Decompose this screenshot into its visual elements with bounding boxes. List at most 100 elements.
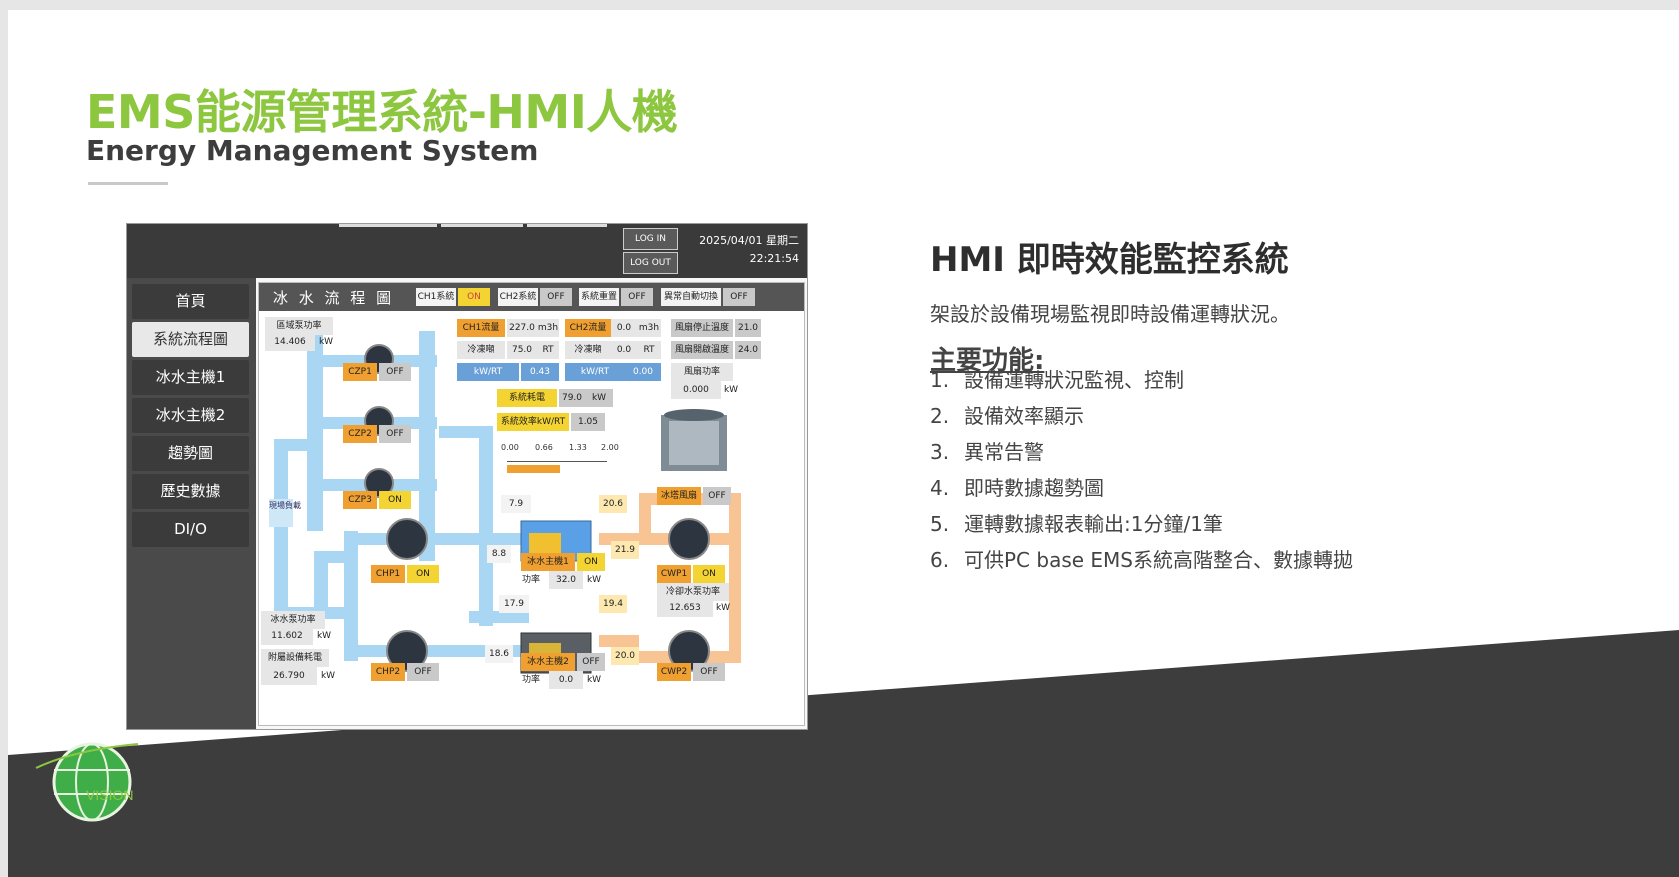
logo-text: VISION [86, 787, 133, 803]
chw-pump-power-unit: kW [316, 631, 332, 641]
cwp2-state[interactable]: OFF [693, 663, 725, 681]
temp-t5: 17.9 [499, 595, 529, 613]
cwp1-state[interactable]: ON [693, 565, 725, 583]
tower-fan-state[interactable]: OFF [703, 487, 731, 505]
ch1-tonnage-value: 75.0 [507, 341, 537, 359]
efficiency-bar [507, 465, 560, 473]
nav-history[interactable]: 歷史數據 [132, 474, 249, 509]
temp-t1: 7.9 [501, 495, 531, 513]
chp2-state[interactable]: OFF [407, 663, 439, 681]
page-title: EMS能源管理系統-HMI人機 [86, 85, 678, 139]
flow-panel-title: 冰 水 流 程 圖 [273, 289, 395, 307]
feature-text: 設備運轉狀況監視、控制 [964, 368, 1184, 392]
aux-power-label: 附屬設備耗電 [261, 649, 329, 667]
chiller1-power-value: 32.0 [549, 571, 583, 589]
ch1-tonnage-label: 冷凍噸 [457, 341, 505, 359]
system-power-value: 79.0 [559, 389, 585, 407]
nav-dio[interactable]: DI/O [132, 512, 249, 547]
login-button[interactable]: LOG IN [623, 228, 678, 250]
nav-trend[interactable]: 趨勢圖 [132, 436, 249, 471]
cwp1-label: CWP1 [657, 565, 691, 583]
ch2-flow-label: CH2流量 [565, 319, 611, 337]
system-reset-label: 系統重置 [579, 288, 619, 306]
fan-start-temp-value[interactable]: 24.0 [735, 341, 761, 359]
fan-start-temp-label: 風扇開啟溫度 [671, 341, 733, 359]
ch2-flow-value: 0.0 [611, 319, 637, 337]
ch1-system-toggle[interactable]: ON [458, 288, 490, 306]
ch1-tonnage-unit: RT [537, 341, 559, 359]
aux-power-value: 26.790 [261, 667, 317, 685]
czp3-label: CZP3 [343, 491, 377, 509]
feature-number: 3. [930, 440, 950, 464]
ch2-system-toggle[interactable]: OFF [540, 288, 572, 306]
chw-pump-power-value: 11.602 [261, 627, 313, 645]
czp3-state[interactable]: ON [379, 491, 411, 509]
feature-text: 設備效率顯示 [964, 404, 1084, 428]
hmi-time: 22:21:54 [749, 252, 799, 265]
nav-chiller-1[interactable]: 冰水主機1 [132, 360, 249, 395]
cw-pump-power-value: 12.653 [657, 599, 713, 617]
system-efficiency-value: 1.05 [571, 413, 605, 431]
fan-stop-temp-value[interactable]: 21.0 [735, 319, 761, 337]
feature-text: 即時數據趨勢圖 [964, 476, 1104, 500]
chp1-state[interactable]: ON [407, 565, 439, 583]
ch2-flow-unit: m3h [637, 319, 661, 337]
auto-switch-toggle[interactable]: OFF [723, 288, 755, 306]
feature-number: 1. [930, 368, 950, 392]
nav-flow-diagram[interactable]: 系統流程圖 [132, 322, 249, 357]
hmi-screenshot: LOG IN LOG OUT 2025/04/01 星期二 22:21:54 首… [126, 223, 808, 730]
feature-text: 可供PC base EMS系統高階整合、數據轉拋 [964, 548, 1354, 572]
nav-chiller-2[interactable]: 冰水主機2 [132, 398, 249, 433]
ch2-tonnage-unit: RT [637, 341, 661, 359]
title-divider [88, 182, 168, 185]
vision-logo: VISION [35, 742, 139, 822]
section-heading: HMI 即時效能監控系統 [930, 240, 1289, 280]
ch2-kwrt-label: kW/RT [565, 363, 625, 381]
ch1-system-label: CH1系統 [416, 288, 456, 306]
feature-text: 運轉數據報表輸出:1分鐘/1筆 [964, 512, 1223, 536]
scale-tick-3: 2.00 [601, 443, 619, 452]
feature-number: 5. [930, 512, 950, 536]
fan-power-label: 風扇功率 [671, 363, 733, 381]
chiller1-state[interactable]: ON [577, 553, 605, 571]
chiller1-label: 冰水主機1 [521, 553, 575, 571]
hmi-topbar: LOG IN LOG OUT 2025/04/01 星期二 22:21:54 [127, 224, 807, 278]
ch1-flow-unit: m3h [537, 319, 559, 337]
scale-tick-1: 0.66 [535, 443, 553, 452]
system-power-unit: kW [585, 389, 613, 407]
czp1-label: CZP1 [343, 363, 377, 381]
chiller2-state[interactable]: OFF [577, 653, 605, 671]
section-description: 架設於設備現場監視即時設備運轉狀況。 [930, 302, 1290, 326]
hmi-sidebar: 首頁 系統流程圖 冰水主機1 冰水主機2 趨勢圖 歷史數據 DI/O [127, 278, 256, 729]
czp2-state[interactable]: OFF [379, 425, 411, 443]
czp1-state[interactable]: OFF [379, 363, 411, 381]
feature-item: 5. 運轉數據報表輸出:1分鐘/1筆 [930, 508, 1223, 537]
system-power-label: 系統耗電 [497, 389, 557, 407]
ch2-system-label: CH2系統 [498, 288, 538, 306]
ch1-kwrt-label: kW/RT [457, 363, 519, 381]
fan-stop-temp-label: 風扇停止溫度 [671, 319, 733, 337]
feature-item: 4. 即時數據趨勢圖 [930, 472, 1104, 501]
feature-item: 1. 設備運轉狀況監視、控制 [930, 364, 1184, 393]
ch1-flow-label: CH1流量 [457, 319, 505, 337]
fan-power-value: 0.000 [671, 381, 721, 399]
cooling-tower [661, 409, 727, 471]
efficiency-scale: 0.00 0.66 1.33 2.00 [501, 443, 621, 479]
feature-item: 6. 可供PC base EMS系統高階整合、數據轉拋 [930, 544, 1353, 573]
scale-tick-0: 0.00 [501, 443, 519, 452]
hmi-date: 2025/04/01 星期二 [699, 234, 799, 247]
feature-item: 2. 設備效率顯示 [930, 400, 1084, 429]
slide: EMS能源管理系統-HMI人機 Energy Management System… [8, 10, 1679, 877]
aux-power-unit: kW [320, 671, 336, 681]
temp-t8: 20.0 [611, 647, 639, 665]
feature-number: 6. [930, 548, 950, 572]
logout-button[interactable]: LOG OUT [623, 252, 678, 274]
chp2-label: CHP2 [371, 663, 405, 681]
local-load-label: 現場負載 [269, 499, 301, 527]
temp-t4: 21.9 [611, 541, 639, 559]
chiller-units [520, 520, 592, 674]
system-reset-toggle[interactable]: OFF [621, 288, 653, 306]
feature-item: 3. 異常告警 [930, 436, 1044, 465]
chiller2-power-label: 功率 [521, 675, 540, 685]
nav-home[interactable]: 首頁 [132, 284, 249, 319]
